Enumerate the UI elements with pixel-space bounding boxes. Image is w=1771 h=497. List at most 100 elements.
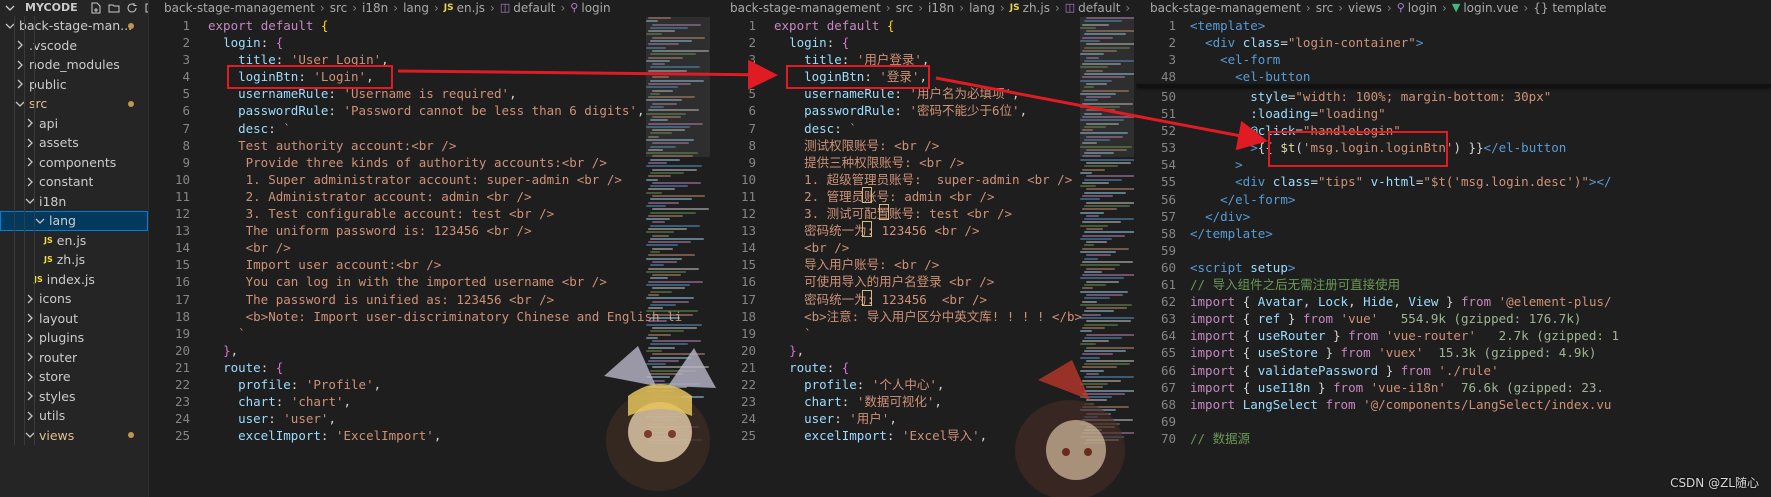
tree-item[interactable]: components — [0, 153, 148, 173]
code-line[interactable]: // 数据源 — [1190, 430, 1619, 447]
code-line[interactable]: import { useRouter } from 'vue-router' 2… — [1190, 327, 1619, 344]
tree-item[interactable]: constant — [0, 172, 148, 192]
code-line[interactable] — [1190, 242, 1619, 259]
code-line[interactable]: 测试权限账号: <br /> — [774, 137, 1082, 154]
code-line[interactable]: import { ref } from 'vue' 554.9k (gzippe… — [1190, 310, 1619, 327]
code-line[interactable]: <br /> — [774, 239, 1082, 256]
minimap-slider[interactable] — [646, 17, 710, 157]
tree-item[interactable]: back-stage-man... — [0, 16, 148, 36]
breadcrumb-item[interactable]: login — [1408, 1, 1437, 15]
new-file-icon[interactable] — [90, 2, 102, 14]
code-line[interactable]: </template> — [1190, 225, 1619, 242]
tree-item[interactable]: JS en.js — [0, 231, 148, 251]
code-line[interactable]: 2. Administrator account: admin <br /> — [208, 188, 682, 205]
code-line[interactable]: ` — [774, 325, 1082, 342]
tree-item[interactable]: layout — [0, 309, 148, 329]
code-line[interactable]: <el-button — [1190, 68, 1423, 85]
breadcrumb-item[interactable]: src — [1316, 1, 1334, 15]
code-line[interactable]: style="width: 100%; margin-bottom: 30px" — [1190, 88, 1619, 105]
code-line[interactable]: The password is unified as: 123456 <br /… — [208, 291, 682, 308]
code-line[interactable]: 1. 超级管理员账号: super-admin <br /> — [774, 171, 1082, 188]
code-line[interactable]: import { Avatar, Lock, Hide, View } from… — [1190, 293, 1619, 310]
tree-item[interactable]: node_modules — [0, 55, 148, 75]
code-line[interactable]: Import user account:<br /> — [208, 256, 682, 273]
code-line[interactable]: }, — [774, 342, 1082, 359]
minimap-slider[interactable] — [1080, 17, 1134, 157]
code-line[interactable]: Provide three kinds of authority account… — [208, 154, 682, 171]
tree-item[interactable]: i18n — [0, 192, 148, 212]
breadcrumb-item[interactable]: zh.js — [1023, 1, 1050, 15]
code-line[interactable]: </el-form> — [1190, 191, 1619, 208]
code-line[interactable]: 1. Super administrator account: super-ad… — [208, 171, 682, 188]
code-line[interactable]: export default { — [208, 17, 682, 34]
code-line[interactable]: login: { — [208, 34, 682, 51]
breadcrumb-item[interactable]: default — [1078, 1, 1120, 15]
code-line[interactable]: 提供三种权限账号: <br /> — [774, 154, 1082, 171]
code-line[interactable]: </div> — [1190, 208, 1619, 225]
code-line[interactable]: <b>Note: Import user-discriminatory Chin… — [208, 308, 683, 325]
code-line[interactable]: The uniform password is: 123456 <br /> — [208, 222, 682, 239]
code-line[interactable]: desc: ` — [208, 120, 682, 137]
tree-item[interactable]: store — [0, 367, 148, 387]
breadcrumb-item[interactable]: src — [330, 1, 348, 15]
tree-item[interactable]: .vscode — [0, 36, 148, 56]
tree-item[interactable]: api — [0, 114, 148, 134]
breadcrumb-item[interactable]: lang — [969, 1, 995, 15]
breadcrumb-item[interactable]: login — [581, 1, 610, 15]
tree-item[interactable]: assets — [0, 133, 148, 153]
code-line[interactable]: <br /> — [208, 239, 682, 256]
code-line[interactable]: <div class="login-container"> — [1190, 34, 1423, 51]
code-line[interactable]: import LangSelect from '@/components/Lan… — [1190, 396, 1619, 413]
code-line[interactable]: You can log in with the imported usernam… — [208, 273, 682, 290]
collapse-all-icon[interactable] — [144, 2, 149, 14]
code-line[interactable]: <div class="tips" v-html="$t('msg.login.… — [1190, 173, 1619, 190]
code-line[interactable]: <script setup> — [1190, 259, 1619, 276]
tree-item[interactable]: public — [0, 75, 148, 95]
code-line[interactable]: 3. Test configurable account: test <br /… — [208, 205, 682, 222]
refresh-icon[interactable] — [126, 2, 138, 14]
code-line[interactable]: 2. 管理员账号: admin <br /> — [774, 188, 1082, 205]
chevron-down-icon[interactable] — [34, 215, 46, 227]
breadcrumb-item[interactable]: i18n — [362, 1, 388, 15]
code-line[interactable]: passwordRule: 'Password cannot be less t… — [208, 102, 682, 119]
tree-item[interactable]: JS zh.js — [0, 250, 148, 270]
code-line[interactable]: import { useI18n } from 'vue-i18n' 76.6k… — [1190, 379, 1619, 396]
breadcrumb-item[interactable]: {} template — [1533, 1, 1606, 15]
tree-item[interactable]: views — [0, 426, 148, 446]
code-line[interactable]: Test authority account:<br /> — [208, 137, 682, 154]
breadcrumb-item[interactable]: lang — [403, 1, 429, 15]
code-line[interactable]: desc: ` — [774, 120, 1082, 137]
tree-item[interactable]: JS index.js — [0, 270, 148, 290]
tree-item[interactable]: lang — [0, 211, 148, 231]
code-line[interactable]: import { useStore } from 'vuex' 15.3k (g… — [1190, 344, 1619, 361]
breadcrumb-item[interactable]: default — [513, 1, 555, 15]
new-folder-icon[interactable] — [108, 2, 120, 14]
tree-item[interactable]: utils — [0, 406, 148, 426]
code-line[interactable]: passwordRule: '密码不能少于6位', — [774, 102, 1082, 119]
code-line[interactable]: 密码统一为: 123456 <br /> — [774, 291, 1082, 308]
breadcrumb-item[interactable]: i18n — [928, 1, 954, 15]
tree-item[interactable]: plugins — [0, 328, 148, 348]
code-line[interactable]: // 导入组件之后无需注册可直接使用 — [1190, 276, 1619, 293]
tree-item[interactable]: src — [0, 94, 148, 114]
code-line[interactable]: 可使用导入的用户名登录 <br /> — [774, 273, 1082, 290]
code-line[interactable]: 密码统一为: 123456 <br /> — [774, 222, 1082, 239]
breadcrumb-item[interactable]: back-stage-management — [730, 1, 881, 15]
code-line[interactable]: export default { — [774, 17, 1082, 34]
breadcrumb-item[interactable]: back-stage-management — [1150, 1, 1301, 15]
code-line[interactable]: :loading="loading" — [1190, 105, 1619, 122]
tree-item[interactable]: icons — [0, 289, 148, 309]
code-line[interactable]: 3. 测试可配置账号: test <br /> — [774, 205, 1082, 222]
code-line[interactable] — [1190, 413, 1619, 430]
tree-item[interactable]: styles — [0, 387, 148, 407]
chevron-down-icon[interactable] — [4, 2, 16, 14]
breadcrumb-item[interactable]: views — [1348, 1, 1382, 15]
code-line[interactable]: 导入用户账号: <br /> — [774, 256, 1082, 273]
breadcrumb-item[interactable]: src — [896, 1, 914, 15]
code-line[interactable]: <el-form — [1190, 51, 1423, 68]
breadcrumb-item[interactable]: login.vue — [1463, 1, 1518, 15]
tree-item[interactable]: router — [0, 348, 148, 368]
breadcrumb-item[interactable]: back-stage-management — [164, 1, 315, 15]
sticky-scroll[interactable]: <template> <div class="login-container">… — [1190, 17, 1423, 85]
code-line[interactable]: <b>注意: 导入用户区分中英文库! ! ! ! </b> — [774, 308, 1082, 325]
